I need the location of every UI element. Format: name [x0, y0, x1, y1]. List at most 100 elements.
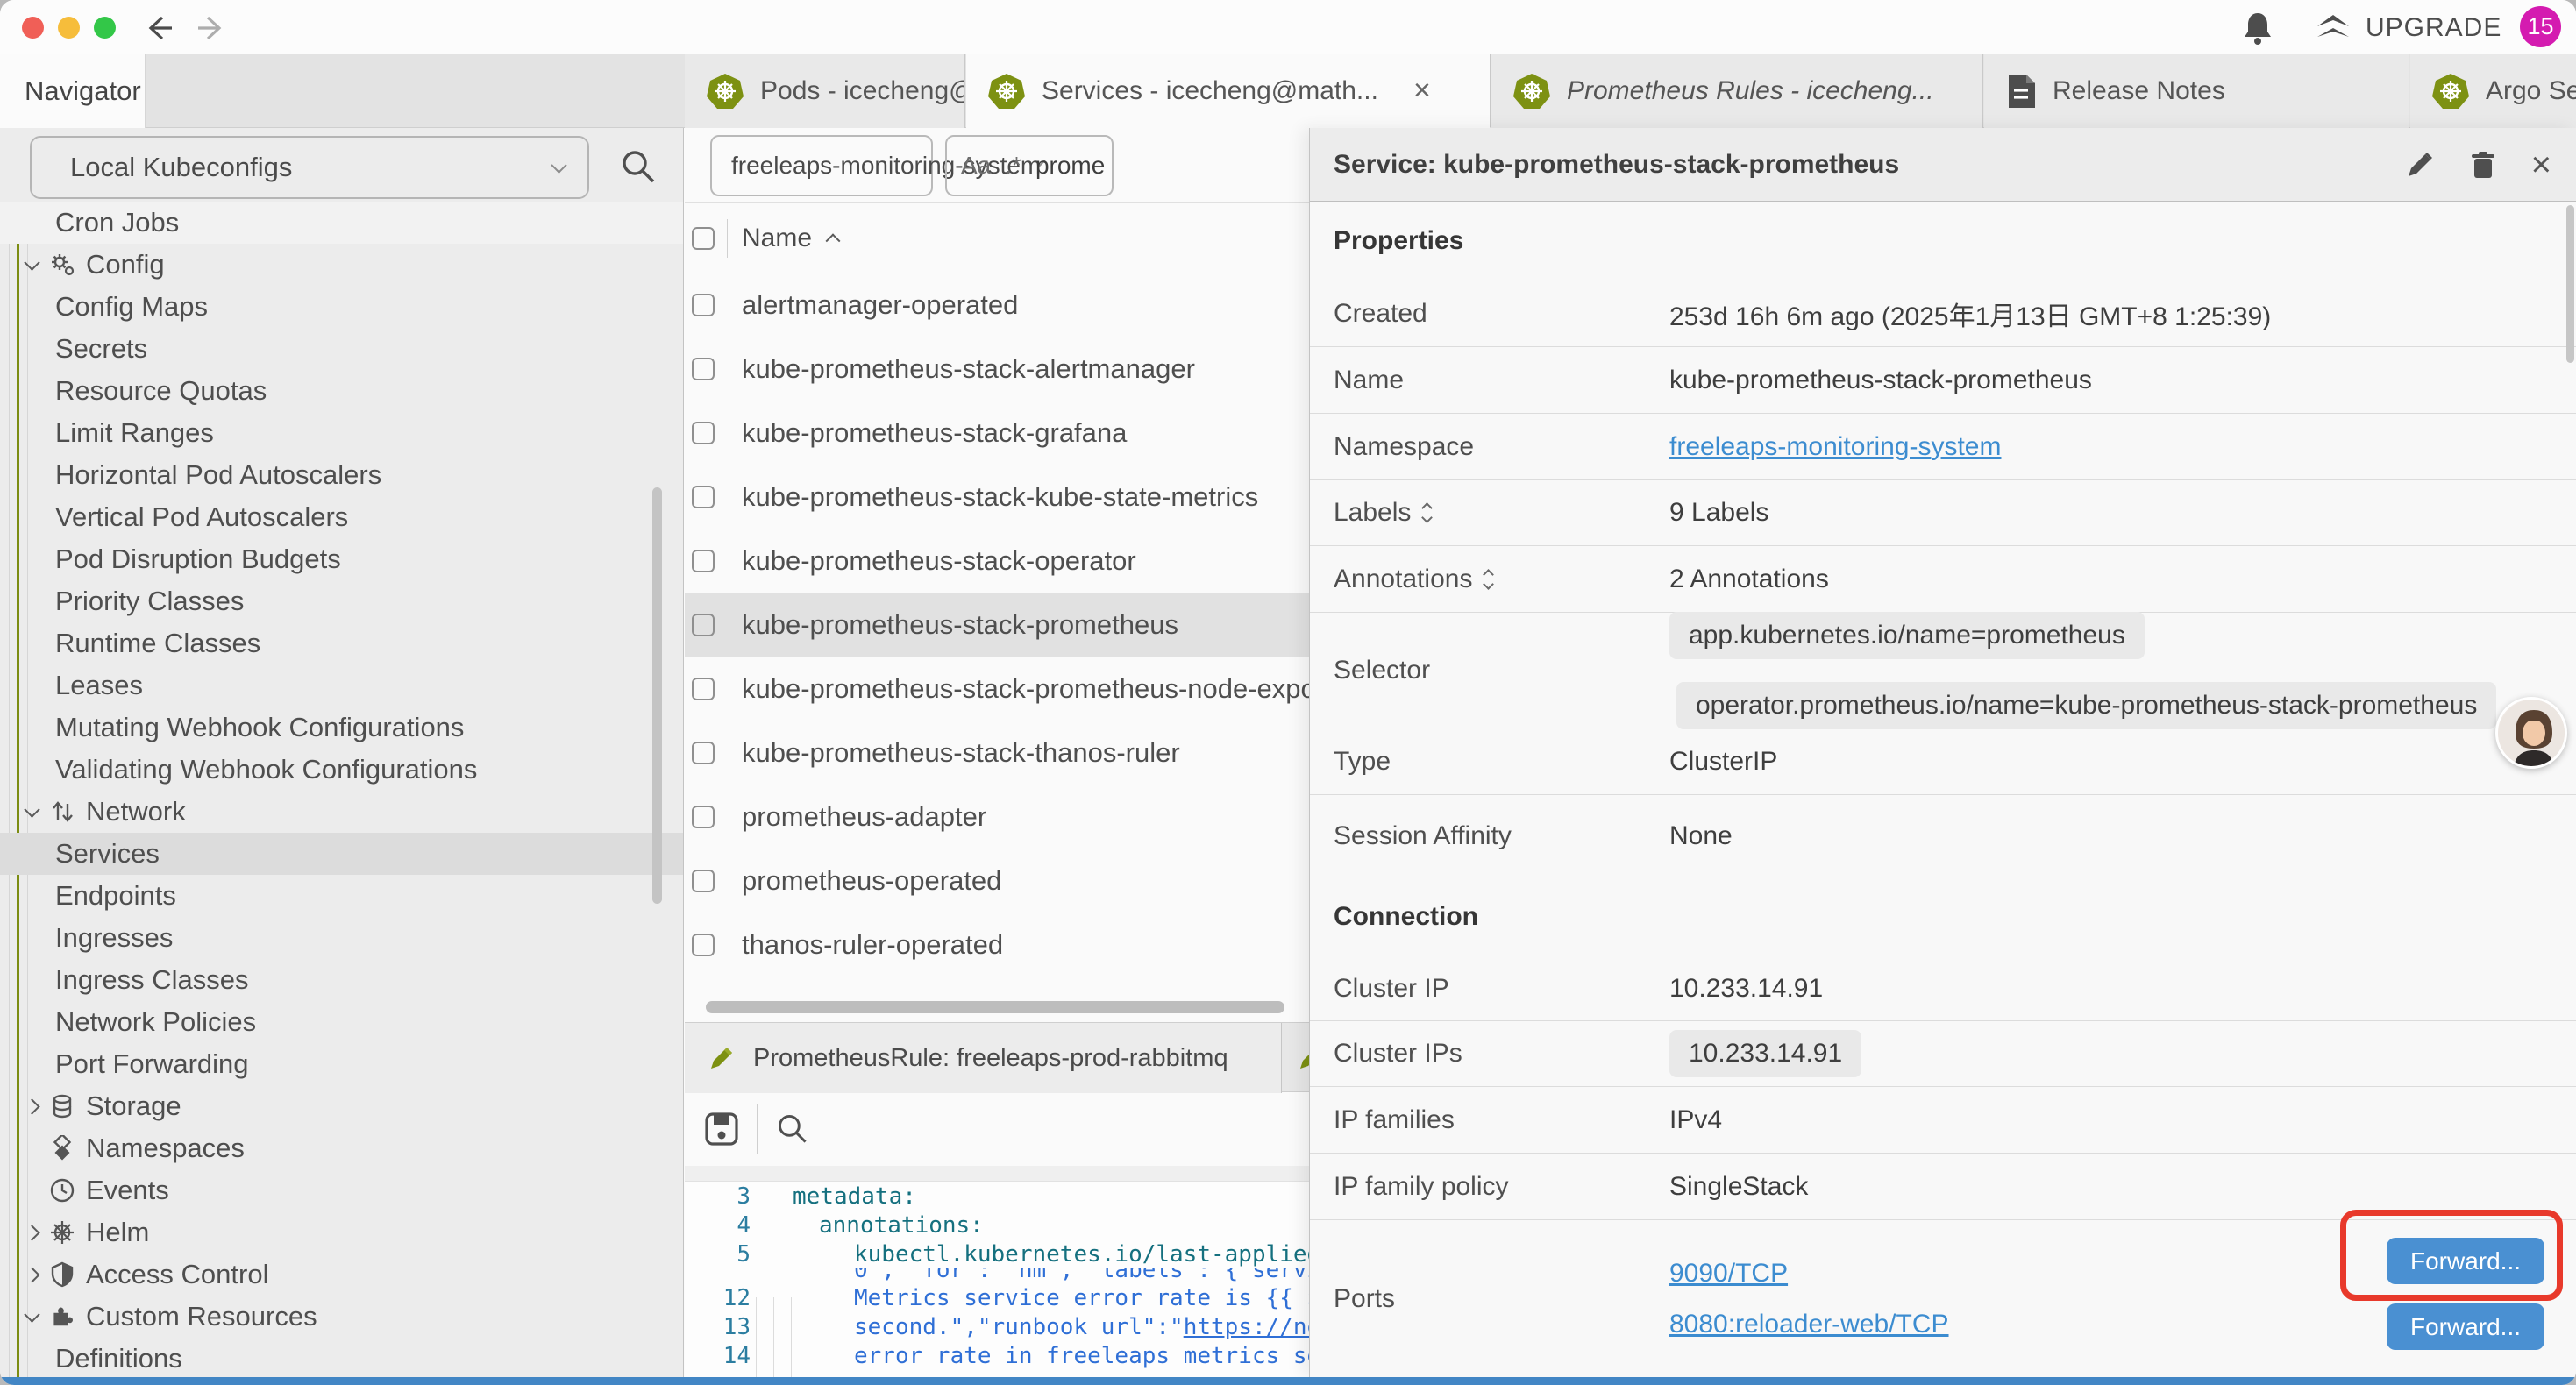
sidebar-item-validating-webhook-configurations[interactable]: Validating Webhook Configurations [0, 749, 684, 791]
sidebar-item-ingress-classes[interactable]: Ingress Classes [0, 959, 684, 1001]
sidebar-group-access-control[interactable]: Access Control [0, 1254, 684, 1296]
editor-search-icon[interactable] [775, 1112, 810, 1147]
row-checkbox[interactable] [692, 294, 715, 316]
sidebar-item-services[interactable]: Services [0, 833, 684, 875]
expand-collapse-icon[interactable] [1423, 504, 1431, 522]
line-number: 5 [685, 1241, 751, 1268]
database-icon [49, 1093, 81, 1119]
column-divider [727, 219, 728, 258]
tab-argo[interactable]: Argo Se [2410, 54, 2576, 128]
sidebar-item-cron-jobs[interactable]: Cron Jobs [0, 202, 684, 244]
upgrade-button[interactable]: UPGRADE [2315, 11, 2501, 46]
row-checkbox[interactable] [692, 550, 715, 572]
sidebar-item-port-forwarding[interactable]: Port Forwarding [0, 1043, 684, 1085]
back-arrow-icon[interactable] [140, 11, 175, 46]
tab-close-icon[interactable]: × [1413, 74, 1431, 108]
table-filter-input[interactable]: Aa .* prome [945, 135, 1114, 196]
sidebar-item-pod-disruption-budgets[interactable]: Pod Disruption Budgets [0, 538, 684, 580]
sidebar-group-config[interactable]: Config [0, 244, 684, 286]
navigator-panel-tab[interactable]: Navigator [0, 54, 146, 128]
tab-bar: Navigator Pods - icecheng@mathmas... Ser… [0, 54, 2576, 128]
row-checkbox[interactable] [692, 358, 715, 380]
sidebar-item-horizontal-pod-autoscalers[interactable]: Horizontal Pod Autoscalers [0, 454, 684, 496]
upgrade-label: UPGRADE [2366, 13, 2501, 43]
sidebar-item-namespaces[interactable]: Namespaces [0, 1127, 684, 1169]
macos-close-button[interactable] [22, 17, 44, 39]
detail-title: Service: kube-prometheus-stack-prometheu… [1334, 150, 1899, 180]
annotations-value[interactable]: 2 Annotations [1669, 546, 1829, 612]
regex-toggle[interactable]: .* [1005, 152, 1021, 180]
sidebar-group-network[interactable]: Network [0, 791, 684, 833]
port-link-8080[interactable]: 8080:reloader-web/TCP [1669, 1310, 1949, 1339]
macos-minimize-button[interactable] [58, 17, 80, 39]
sidebar-item-endpoints[interactable]: Endpoints [0, 875, 684, 917]
namespace-link[interactable]: freeleaps-monitoring-system [1669, 432, 2001, 462]
editor-tab-prometheusrule[interactable]: PrometheusRule: freeleaps-prod-rabbitmq [685, 1023, 1282, 1093]
sidebar-item-ingresses[interactable]: Ingresses [0, 917, 684, 959]
tab-services[interactable]: Services - icecheng@math... × [966, 54, 1491, 128]
sidebar-item-config-maps[interactable]: Config Maps [0, 286, 684, 328]
sidebar-item-mutating-webhook-configurations[interactable]: Mutating Webhook Configurations [0, 707, 684, 749]
sidebar-item-definitions[interactable]: Definitions [0, 1338, 684, 1378]
chevron-down-icon [24, 801, 39, 817]
horizontal-scrollbar[interactable] [706, 1001, 1284, 1013]
sidebar-group-storage[interactable]: Storage [0, 1085, 684, 1127]
row-checkbox[interactable] [692, 870, 715, 892]
tab-pods[interactable]: Pods - icecheng@mathmas... [685, 54, 965, 128]
clock-icon [49, 1177, 81, 1204]
sidebar-search-icon[interactable] [619, 147, 658, 186]
row-checkbox[interactable] [692, 806, 715, 828]
row-checkbox[interactable] [692, 614, 715, 636]
row-checkbox[interactable] [692, 422, 715, 444]
labels-value[interactable]: 9 Labels [1669, 480, 1768, 545]
sidebar-item-network-policies[interactable]: Network Policies [0, 1001, 684, 1043]
sidebar-item-events[interactable]: Events [0, 1169, 684, 1211]
trash-icon[interactable] [2468, 150, 2498, 180]
save-icon[interactable] [702, 1110, 741, 1148]
sidebar-item-limit-ranges[interactable]: Limit Ranges [0, 412, 684, 454]
port-link-9090[interactable]: 9090/TCP [1669, 1259, 1788, 1289]
row-checkbox[interactable] [692, 486, 715, 508]
user-avatar[interactable] [2495, 697, 2567, 769]
yaml-code-line: metadata: [793, 1183, 916, 1210]
notification-count-badge[interactable]: 15 [2520, 6, 2561, 47]
close-icon[interactable]: × [2531, 147, 2551, 182]
name-column-header[interactable]: Name [742, 224, 838, 253]
sidebar-group-helm[interactable]: Helm [0, 1211, 684, 1254]
expand-collapse-icon[interactable] [1484, 571, 1492, 588]
notifications-bell-icon[interactable] [2241, 11, 2274, 46]
yaml-editor[interactable]: 3metadata: 4annotations: 5kubectl.kubern… [685, 1182, 1309, 1378]
tab-release-notes[interactable]: Release Notes [1984, 54, 2409, 128]
sidebar-group-custom-resources[interactable]: Custom Resources [0, 1296, 684, 1338]
forward-arrow-icon[interactable] [195, 11, 230, 46]
edit-pencil-icon[interactable] [2405, 150, 2435, 180]
shield-icon [49, 1261, 81, 1288]
line-number: 3 [685, 1183, 751, 1210]
selector-row: Selector app.kubernetes.io/name=promethe… [1310, 613, 2576, 728]
row-checkbox[interactable] [692, 934, 715, 956]
kubeconfig-selector[interactable]: Local Kubeconfigs [30, 136, 589, 199]
toolbar-divider [757, 1104, 758, 1154]
sidebar-scrollbar[interactable] [652, 487, 662, 904]
sidebar-item-vertical-pod-autoscalers[interactable]: Vertical Pod Autoscalers [0, 496, 684, 538]
kubernetes-icon [987, 72, 1026, 110]
edit-pencil-icon [708, 1044, 736, 1072]
row-checkbox[interactable] [692, 678, 715, 700]
sidebar-item-secrets[interactable]: Secrets [0, 328, 684, 370]
kubernetes-icon [1512, 72, 1551, 110]
tab-prometheus-rules[interactable]: Prometheus Rules - icecheng... [1491, 54, 1983, 128]
macos-zoom-button[interactable] [94, 17, 116, 39]
cluster-ips-label: Cluster IPs [1310, 1021, 1669, 1086]
sidebar-item-leases[interactable]: Leases [0, 664, 684, 707]
namespace-selector[interactable]: freeleaps-monitoring-system [710, 135, 933, 196]
match-case-toggle[interactable]: Aa [961, 152, 991, 180]
document-icon [2005, 73, 2037, 110]
row-checkbox[interactable] [692, 742, 715, 764]
select-all-checkbox[interactable] [692, 227, 715, 250]
sidebar-item-resource-quotas[interactable]: Resource Quotas [0, 370, 684, 412]
sidebar-item-runtime-classes[interactable]: Runtime Classes [0, 622, 684, 664]
forward-button-8080[interactable]: Forward... [2387, 1303, 2544, 1350]
sidebar-item-priority-classes[interactable]: Priority Classes [0, 580, 684, 622]
detail-scrollbar[interactable] [2566, 205, 2574, 363]
detail-body: Properties Created 253d 16h 6m ago (2025… [1310, 202, 2576, 1378]
